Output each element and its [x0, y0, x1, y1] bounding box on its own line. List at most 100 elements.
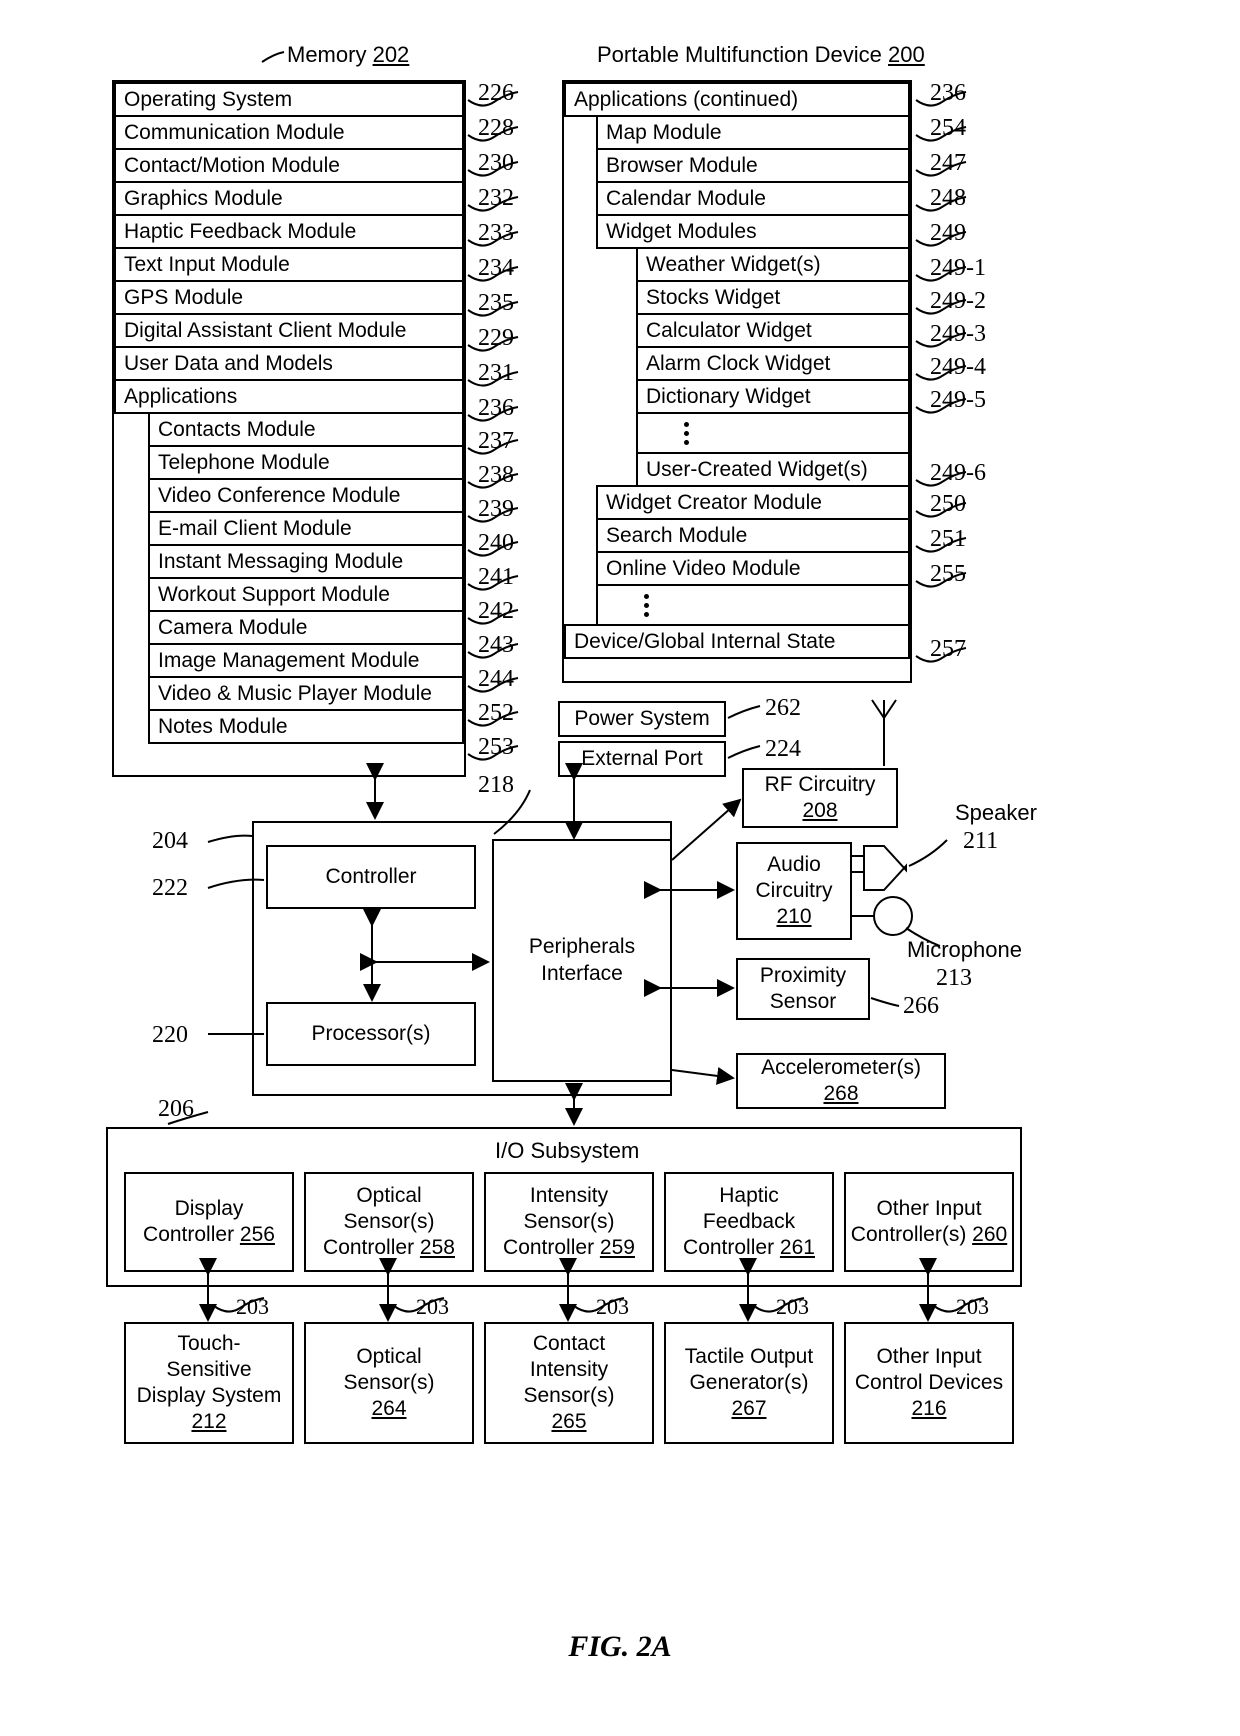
ref-235: 235 [478, 290, 514, 316]
ref-251: 251 [930, 526, 966, 552]
ref-231: 231 [478, 360, 514, 386]
memory-app-row-8: Video & Music Player Module [148, 676, 464, 711]
memory-app-row-9-label: Notes Module [158, 714, 288, 738]
ref-236b: 236 [930, 80, 966, 106]
audio-label-line1: Audio [767, 852, 821, 876]
memory-app-row-1-label: Telephone Module [158, 450, 330, 474]
device-box: Applications (continued) Map Module Browse… [562, 80, 912, 683]
ref-266: 266 [903, 993, 939, 1019]
io-device-1: Optical Sensor(s) 264 [304, 1322, 474, 1444]
memory-row-1: Communication Module [114, 115, 464, 150]
io-controller-0-line2: Controller 256 [143, 1223, 275, 1246]
memory-row-2: Contact/Motion Module [114, 148, 464, 183]
io-controller-1-ref: 258 [419, 1236, 455, 1260]
memory-row-5: Text Input Module [114, 247, 464, 282]
figure-caption: FIG. 2A [568, 1630, 672, 1663]
io-controller-0-ref: 256 [239, 1223, 275, 1246]
accelerometer-ref: 268 [823, 1082, 859, 1105]
ref-204: 204 [152, 828, 188, 854]
io-controller-3: Haptic Feedback Controller 261 [664, 1172, 834, 1272]
ref-249-3: 249-3 [930, 321, 986, 347]
memory-title-ref: 202 [372, 42, 410, 67]
rf-circuitry-ref: 208 [802, 799, 838, 822]
audio-circuitry-box: Audio Circuitry 210 [736, 842, 852, 940]
ref-248: 248 [930, 185, 966, 211]
memory-row-3: Graphics Module [114, 181, 464, 216]
memory-row-1-label: Communication Module [124, 120, 345, 144]
io-device-1-line2: Sensor(s) [343, 1370, 435, 1394]
ref-244: 244 [478, 666, 514, 692]
ref-255: 255 [930, 561, 966, 587]
device-widget-row-4-label: Dictionary Widget [646, 384, 811, 408]
memory-title: Memory 202 [287, 42, 409, 68]
speaker-label: Speaker [955, 800, 1037, 825]
controller-box: Controller [266, 845, 476, 909]
io-controller-0: Display Controller 256 [124, 1172, 294, 1272]
io-bus-label-4: 203 [956, 1294, 989, 1319]
ref-250: 250 [930, 491, 966, 517]
ref-254: 254 [930, 115, 966, 141]
io-device-3-line2: Generator(s) [689, 1370, 809, 1394]
memory-row-0-label: Operating System [124, 87, 293, 111]
io-bus-label-1: 203 [416, 1294, 449, 1319]
ref-206: 206 [158, 1096, 194, 1122]
io-controller-2-line3: Controller 259 [503, 1236, 635, 1260]
device-row-0-label: Map Module [606, 120, 722, 144]
memory-title-label: Memory [287, 42, 367, 67]
accelerometer-box: Accelerometer(s) 268 [736, 1053, 946, 1109]
io-device-0: Touch- Sensitive Display System 212 [124, 1322, 294, 1444]
ref-240: 240 [478, 530, 514, 556]
io-controller-3-line1: Haptic [719, 1183, 779, 1207]
ref-222: 222 [152, 875, 188, 901]
ref-243: 243 [478, 632, 514, 658]
io-device-3-ref: 267 [731, 1397, 767, 1421]
ref-224: 224 [765, 736, 801, 762]
device-row-after-1: Search Module [596, 518, 910, 553]
device-apps-continued-row: Applications (continued) [564, 82, 910, 117]
device-widget-row-0: Weather Widget(s) [636, 247, 910, 282]
device-row-0: Map Module [596, 115, 910, 150]
ref-218: 218 [478, 772, 514, 798]
ref-249-1: 249-1 [930, 255, 986, 281]
io-device-1-ref: 264 [371, 1397, 407, 1421]
memory-app-row-2: Video Conference Module [148, 478, 464, 513]
ref-229: 229 [478, 325, 514, 351]
ref-233: 233 [478, 220, 514, 246]
device-widget-row-4: Dictionary Widget [636, 379, 910, 414]
peripherals-label-line1: Peripherals [528, 935, 636, 959]
io-controller-3-line2: Feedback [702, 1209, 796, 1233]
accelerometer-label: Accelerometer(s) [761, 1055, 921, 1079]
memory-row-7: Digital Assistant Client Module [114, 313, 464, 348]
peripherals-label-line2: Interface [541, 961, 623, 985]
memory-row-4: Haptic Feedback Module [114, 214, 464, 249]
io-device-2-ref: 265 [551, 1410, 587, 1434]
ref-211: 211 [963, 828, 999, 854]
ref-238: 238 [478, 462, 514, 488]
ref-213: 213 [936, 965, 972, 991]
memory-row-2-label: Contact/Motion Module [124, 153, 340, 177]
io-controller-4-line2: Controller(s) 260 [850, 1223, 1008, 1246]
ref-247: 247 [930, 150, 966, 176]
device-internal-state-row: Device/Global Internal State [564, 624, 910, 659]
memory-row-6: GPS Module [114, 280, 464, 315]
io-controller-3-line3: Controller 261 [683, 1236, 815, 1260]
memory-app-row-6-label: Camera Module [158, 615, 308, 639]
memory-row-4-label: Haptic Feedback Module [124, 219, 357, 243]
memory-row-7-label: Digital Assistant Client Module [124, 318, 407, 342]
device-row-2: Calendar Module [596, 181, 910, 216]
ref-241: 241 [478, 564, 514, 590]
memory-row-0: Operating System [114, 82, 464, 117]
memory-item-list: Operating System Communication Module Cont… [114, 82, 464, 744]
io-subsystem-title: I/O Subsystem [495, 1138, 640, 1163]
memory-app-row-6: Camera Module [148, 610, 464, 645]
memory-app-row-5: Workout Support Module [148, 577, 464, 612]
io-device-2-line3: Sensor(s) [523, 1384, 615, 1407]
io-bus-label-0: 203 [236, 1294, 269, 1319]
ref-249: 249 [930, 220, 966, 246]
io-controller-2: Intensity Sensor(s) Controller 259 [484, 1172, 654, 1272]
device-widget-row-0-label: Weather Widget(s) [646, 252, 821, 276]
memory-app-row-3-label: E-mail Client Module [158, 516, 352, 540]
device-widget-row-5 [636, 412, 910, 454]
audio-label-line2: Circuitry [755, 878, 833, 902]
memory-row-6-label: GPS Module [124, 285, 244, 309]
